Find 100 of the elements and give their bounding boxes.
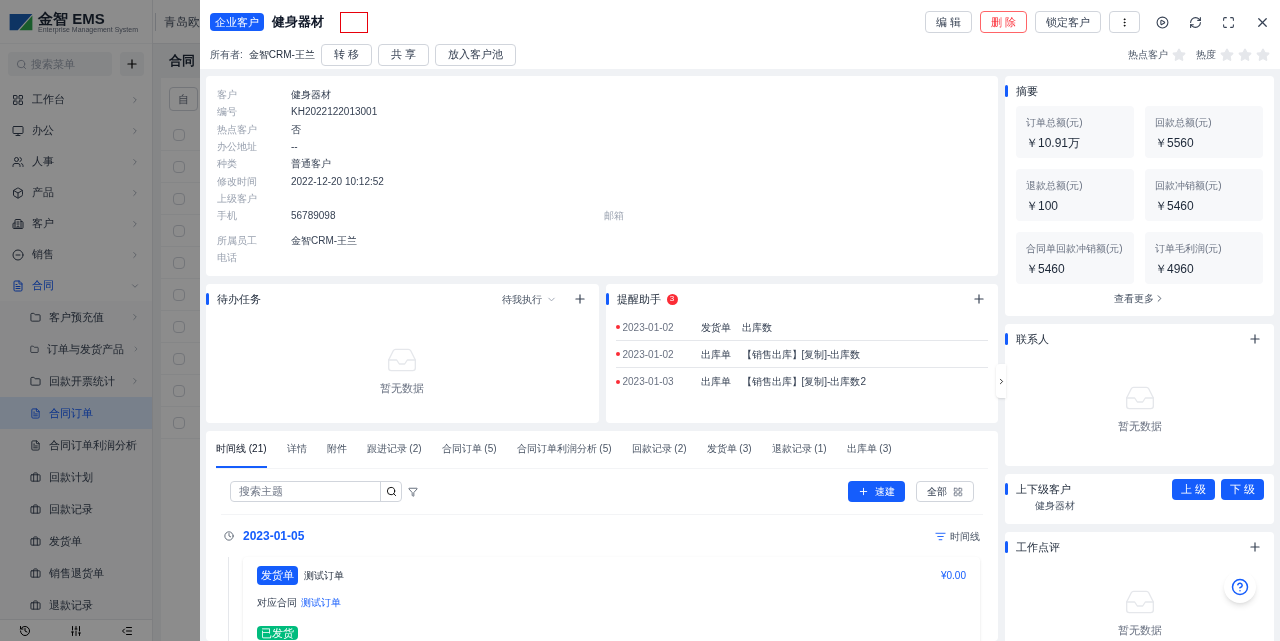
card-title: 工作点评 — [1016, 539, 1060, 555]
menu-icon — [12, 186, 24, 199]
reminder-type: 出库单 — [700, 375, 732, 389]
hot-star-toggle[interactable] — [1172, 47, 1186, 62]
tab[interactable]: 合同订单 (5) — [441, 441, 497, 468]
tab[interactable]: 发货单 (3) — [706, 441, 752, 468]
menu-icon — [12, 248, 24, 261]
owner-action-button[interactable]: 放入客户池 — [435, 43, 516, 66]
field-value: 2022-12-20 10:12:52 — [291, 174, 384, 189]
row-checkbox[interactable] — [173, 192, 185, 205]
entry-amount: ¥0.00 — [940, 568, 966, 583]
count-badge: 3 — [666, 293, 678, 305]
document-icon — [30, 407, 41, 419]
sidebar-item[interactable]: 工作台 — [0, 84, 152, 115]
star-rating[interactable] — [1220, 47, 1270, 62]
caret-icon — [130, 156, 140, 167]
search-input[interactable]: 搜索主题 — [231, 483, 380, 500]
row-checkbox[interactable] — [173, 128, 185, 141]
owner-name: 金智CRM-王兰 — [248, 48, 315, 62]
sliders-icon[interactable] — [70, 624, 82, 637]
reminder-date: 2023-01-03 — [622, 375, 675, 389]
action-button[interactable]: 锁定客户 — [1035, 11, 1101, 33]
view-toggle[interactable]: 时间线 — [950, 528, 980, 544]
grid-icon — [953, 486, 963, 497]
hierarchy-button[interactable]: 上 级 — [1172, 478, 1215, 500]
contract-link[interactable]: 测试订单 — [301, 594, 341, 610]
field-label: 手机 — [217, 209, 238, 224]
quick-add-button[interactable]: 速建 — [848, 481, 905, 502]
caret-icon — [130, 249, 140, 260]
related-customer[interactable]: 健身器材 — [1005, 498, 1274, 513]
briefcase-icon — [30, 567, 41, 579]
add-icon[interactable] — [1248, 540, 1262, 554]
field-value: 否 — [291, 122, 301, 137]
sidebar-item[interactable]: 办公 — [0, 115, 152, 146]
collapse-handle[interactable] — [996, 364, 1006, 398]
field-value: KH2022122013001 — [291, 105, 378, 120]
fullscreen-icon[interactable] — [1222, 15, 1235, 29]
row-checkbox[interactable] — [173, 352, 185, 365]
search-field[interactable]: 搜索主题 — [230, 481, 402, 502]
briefcase-icon — [30, 471, 41, 483]
owner-action-button[interactable]: 共 享 — [377, 43, 429, 66]
tab[interactable]: 详情 — [286, 441, 307, 468]
briefcase-icon — [30, 599, 41, 611]
hierarchy-button[interactable]: 下 级 — [1221, 478, 1264, 500]
sidebar-item[interactable]: 销售 — [0, 239, 152, 270]
field-label: 种类 — [217, 157, 238, 172]
view-more-link[interactable]: 查看更多 — [1114, 291, 1165, 306]
menu-icon — [12, 279, 24, 292]
reminder-row[interactable]: 2023-01-03 出库单 【销售出库】[复制]-出库数2 — [615, 368, 988, 395]
field-label: 电话 — [217, 250, 238, 265]
tab[interactable]: 时间线 (21) — [216, 441, 267, 468]
list-icon[interactable] — [935, 530, 946, 542]
row-checkbox[interactable] — [173, 416, 185, 429]
row-checkbox[interactable] — [173, 320, 185, 333]
reminder-row[interactable]: 2023-01-02 发货单 出库数 — [615, 314, 988, 341]
sidebar-item[interactable]: 产品 — [0, 177, 152, 208]
contract-label: 对应合同 — [257, 595, 297, 610]
field-label: 热点客户 — [217, 122, 258, 137]
filter-icon[interactable] — [408, 486, 418, 497]
status-tag: 已发货 — [257, 625, 298, 640]
tab[interactable]: 出库单 (3) — [846, 441, 892, 468]
row-checkbox[interactable] — [173, 384, 185, 397]
sidebar-item[interactable]: 人事 — [0, 146, 152, 177]
search-icon[interactable] — [385, 486, 397, 497]
add-icon[interactable] — [1248, 332, 1262, 346]
sidebar-item[interactable]: 合同 — [0, 270, 152, 301]
tab[interactable]: 回款记录 (2) — [631, 441, 687, 468]
add-icon[interactable] — [572, 292, 587, 306]
plus-icon — [858, 486, 869, 497]
play-icon[interactable] — [1156, 15, 1169, 29]
refresh-icon[interactable] — [1189, 15, 1202, 29]
action-button[interactable]: 删 除 — [979, 11, 1027, 33]
all-filter-button[interactable]: 全部 — [916, 481, 974, 502]
row-checkbox[interactable] — [173, 224, 185, 237]
stat-value: ￥5460 — [1026, 261, 1066, 278]
timeline-date: 2023-01-05 — [243, 528, 305, 545]
row-checkbox[interactable] — [173, 160, 185, 173]
tab[interactable]: 合同订单利润分析 (5) — [516, 441, 612, 468]
filter-dropdown[interactable]: 待我执行 — [501, 291, 557, 307]
owner-action-button[interactable]: 转 移 — [320, 43, 372, 66]
field-label: 修改时间 — [217, 174, 258, 189]
timeline-entry[interactable]: 发货单 测试订单 ¥0.00 对应合同 测试订单 已发货 — [243, 557, 980, 641]
sidebar-item[interactable]: 客户 — [0, 208, 152, 239]
tab[interactable]: 跟进记录 (2) — [366, 441, 422, 468]
reminder-row[interactable]: 2023-01-02 出库单 【销售出库】[复制]-出库数 — [615, 341, 988, 368]
collapse-icon[interactable] — [120, 624, 133, 637]
stat-label: 订单毛利润(元) — [1155, 242, 1223, 256]
tab[interactable]: 附件 — [326, 441, 347, 468]
rating-label: 热点客户 — [1128, 48, 1168, 62]
add-icon[interactable] — [972, 292, 986, 306]
tab[interactable]: 退款记录 (1) — [771, 441, 827, 468]
field-label: 所属员工 — [217, 233, 258, 248]
row-checkbox[interactable] — [173, 288, 185, 301]
field-label: 客户 — [217, 88, 238, 103]
add-button[interactable] — [120, 52, 144, 76]
row-checkbox[interactable] — [173, 256, 185, 269]
stat-label: 回款总额(元) — [1155, 116, 1213, 130]
action-button[interactable]: 编 辑 — [924, 11, 972, 33]
history-icon[interactable] — [19, 624, 32, 637]
logo-icon — [8, 11, 34, 32]
